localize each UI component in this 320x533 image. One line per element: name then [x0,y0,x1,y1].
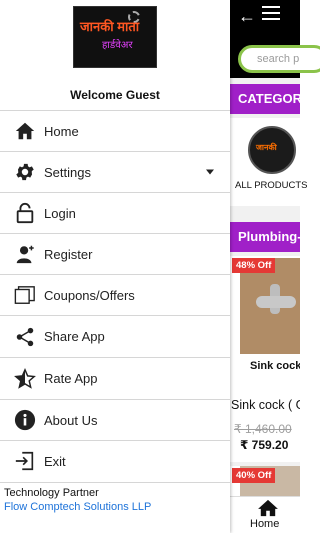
price-old: ₹ 1,460.00 [234,422,292,436]
menu-item-login[interactable]: Login [0,192,230,233]
discount-badge: 48% Off [232,258,276,273]
logo-text: जानकी माता [80,19,140,34]
home-icon[interactable] [257,499,279,517]
partner-title: Technology Partner [4,487,99,499]
discount-badge: 40% Off [232,468,276,483]
info-icon [14,409,36,431]
product-short-name: Sink cock [250,360,300,372]
menu-item-about[interactable]: About Us [0,399,230,440]
menu-item-coupons[interactable]: Coupons/Offers [0,274,230,315]
menu-item-label: Login [44,205,76,221]
product-card[interactable]: 48% Off Sink cock Sink cock ( G ₹ 1,460.… [230,256,300,462]
chevron-down-icon[interactable] [206,169,214,175]
categories-header: CATEGORIE [230,84,300,114]
bottom-nav-home-label[interactable]: Home [250,518,279,530]
logo-subtext: हार्डवेअर [102,40,133,51]
price-new: ₹ 759.20 [240,438,289,452]
share-icon [16,327,34,346]
section-header: Plumbing- [230,222,300,252]
menu-item-home[interactable]: Home [0,110,230,151]
user-add-icon [16,245,34,264]
home-icon [15,122,35,140]
drawer-menu: Home Settings Login Register Coupons/Off… [0,110,230,481]
category-card[interactable]: जानकी ALL PRODUCTS [230,118,308,206]
menu-item-label: About Us [44,412,98,428]
product-full-name: Sink cock ( G [231,398,300,412]
menu-item-label: Exit [44,453,66,469]
unlock-icon [16,202,34,224]
coupons-icon [14,286,35,304]
menu-item-label: Settings [44,164,91,180]
brand-logo: जानकी माता हार्डवेअर [73,6,157,68]
partner-link[interactable]: Flow Comptech Solutions LLP [4,500,230,514]
menu-item-label: Home [44,123,79,139]
menu-item-register[interactable]: Register [0,233,230,274]
menu-item-share[interactable]: Share App [0,315,230,357]
menu-item-label: Rate App [44,371,98,386]
hamburger-menu-icon[interactable] [262,6,280,20]
menu-item-label: Coupons/Offers [44,287,135,303]
menu-item-label: Register [44,246,93,262]
star-icon [14,367,36,389]
category-logo: जानकी [248,126,296,174]
category-label: ALL PRODUCTS [235,180,308,191]
exit-icon [15,451,34,471]
menu-item-label: Share App [44,329,105,344]
back-arrow-icon[interactable]: ← [238,6,258,26]
bottom-nav: Home [230,496,300,533]
product-card[interactable]: 40% Off [230,466,300,496]
gear-icon [16,163,34,181]
search-input[interactable]: search p [238,45,320,73]
menu-item-exit[interactable]: Exit [0,440,230,481]
technology-partner: Technology Partner Flow Comptech Solutio… [0,482,230,514]
navigation-drawer: जानकी माता हार्डवेअर Welcome Guest Home … [0,0,230,533]
menu-item-settings[interactable]: Settings [0,151,230,192]
menu-item-rate[interactable]: Rate App [0,357,230,399]
welcome-text: Welcome Guest [70,88,160,102]
